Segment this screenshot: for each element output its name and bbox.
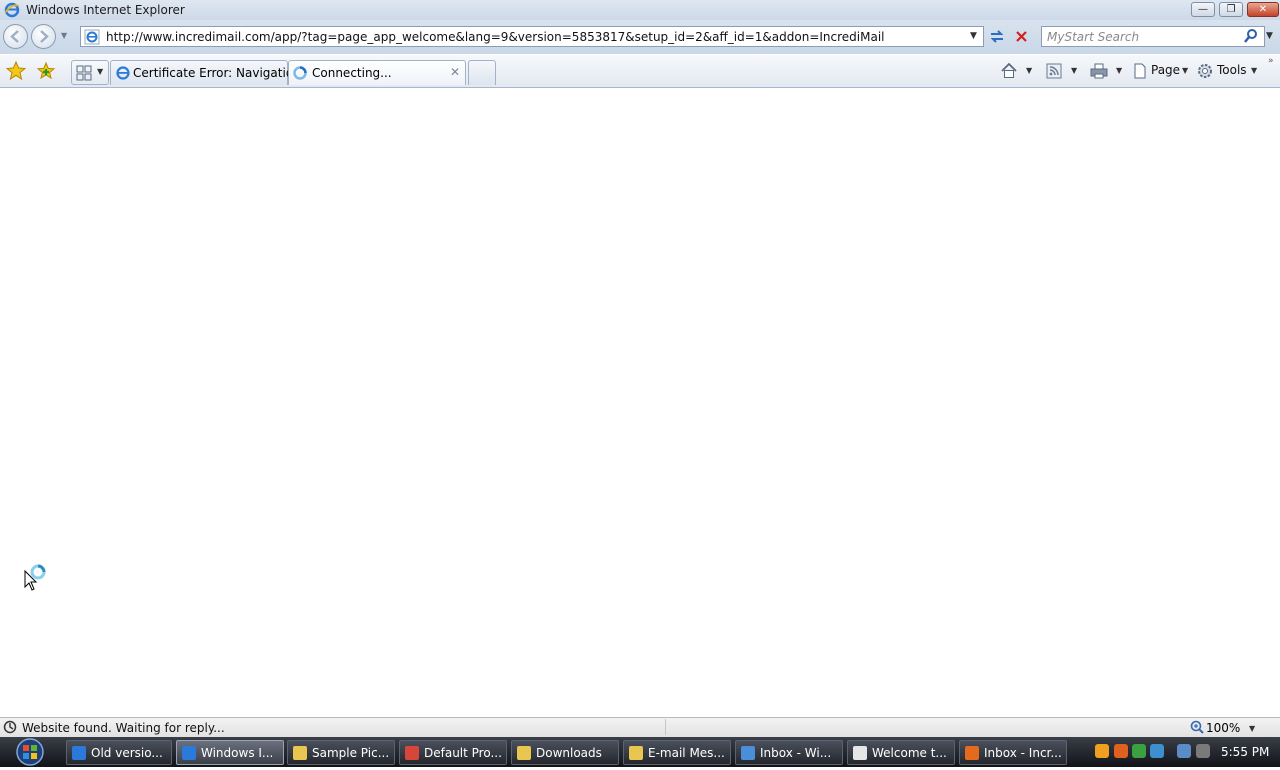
favorites-star-icon[interactable] <box>5 60 27 81</box>
feeds-dropdown[interactable]: ▼ <box>1071 66 1077 75</box>
forward-arrow-icon <box>40 30 49 43</box>
close-tab-icon[interactable]: ✕ <box>450 65 460 79</box>
recent-pages-dropdown[interactable]: ▼ <box>61 31 67 40</box>
tools-dropdown[interactable]: ▼ <box>1251 66 1257 75</box>
quick-tabs-icon <box>76 65 92 81</box>
taskbar-button-label: Old versio... <box>91 746 163 760</box>
back-arrow-icon <box>10 30 19 43</box>
minimize-button[interactable]: — <box>1191 2 1215 17</box>
search-input[interactable]: MyStart Search <box>1047 30 1139 44</box>
taskbar-button-label: E-mail Mes... <box>648 746 725 760</box>
tab-connecting[interactable]: Connecting... ✕ <box>288 60 466 85</box>
toolbar-overflow-chevron-icon[interactable]: » <box>1268 56 1274 66</box>
tab-certificate-error[interactable]: Certificate Error: Navigatio... <box>110 60 304 85</box>
window-title: Windows Internet Explorer <box>26 3 185 17</box>
close-button[interactable]: ✕ <box>1247 2 1279 17</box>
mail-icon <box>741 746 755 760</box>
taskbar-button[interactable]: Sample Pic... <box>287 740 395 765</box>
zoom-icon <box>1189 719 1205 735</box>
folder-icon <box>293 746 307 760</box>
ie-icon <box>182 746 196 760</box>
title-bar <box>0 0 1280 20</box>
address-input[interactable]: http://www.incredimail.com/app/?tag=page… <box>106 30 885 44</box>
taskbar-button[interactable]: E-mail Mes... <box>623 740 731 765</box>
loading-spinner-icon <box>293 66 307 80</box>
page-content[interactable] <box>0 88 1280 717</box>
tray-alert-icon[interactable] <box>1095 744 1109 758</box>
status-loading-icon <box>3 720 17 734</box>
zoom-dropdown[interactable]: ▼ <box>1249 724 1255 733</box>
print-icon[interactable] <box>1089 61 1109 81</box>
folder-icon <box>517 746 531 760</box>
quick-tabs-button[interactable]: ▼ <box>71 60 109 85</box>
taskbar-button[interactable]: Downloads <box>511 740 619 765</box>
taskbar-button-label: Sample Pic... <box>312 746 390 760</box>
new-tab-button[interactable] <box>468 60 496 85</box>
volume-muted-icon[interactable] <box>1196 744 1210 758</box>
status-divider <box>665 719 666 735</box>
gear-icon <box>1196 61 1214 81</box>
ie-logo-icon <box>4 2 20 18</box>
network-icon[interactable] <box>1177 744 1191 758</box>
tab-label: Connecting... <box>312 66 392 80</box>
home-icon[interactable] <box>999 61 1019 81</box>
feeds-icon[interactable] <box>1044 61 1064 81</box>
status-text: Website found. Waiting for reply... <box>22 721 225 735</box>
taskbar-button-label: Default Pro... <box>424 746 502 760</box>
page-ie-icon <box>84 29 100 45</box>
ie-tab-icon <box>116 66 130 80</box>
search-icon[interactable] <box>1243 28 1259 44</box>
incredimail-icon <box>965 746 979 760</box>
busy-cursor-icon <box>24 563 52 591</box>
add-favorites-icon[interactable] <box>36 61 56 81</box>
taskbar-button-label: Inbox - Wi... <box>760 746 832 760</box>
tray-security-icon[interactable] <box>1132 744 1146 758</box>
taskbar-button[interactable]: Welcome t... <box>847 740 955 765</box>
taskbar-button[interactable]: Inbox - Incr... <box>959 740 1067 765</box>
page-icon <box>1131 61 1149 81</box>
page-menu[interactable]: Page <box>1151 63 1180 77</box>
taskbar-button[interactable]: Windows I... <box>176 740 284 765</box>
tools-menu[interactable]: Tools <box>1217 63 1247 77</box>
maximize-button[interactable]: ❐ <box>1219 2 1243 17</box>
taskbar-button[interactable]: Inbox - Wi... <box>735 740 843 765</box>
forward-button[interactable] <box>31 24 56 49</box>
tray-app-icon[interactable] <box>1150 744 1164 758</box>
folder-icon <box>629 746 643 760</box>
clock[interactable]: 5:55 PM <box>1221 745 1269 759</box>
back-button[interactable] <box>3 24 28 49</box>
windows-orb-icon <box>16 738 44 766</box>
zoom-level[interactable]: 100% <box>1206 721 1240 735</box>
refresh-icon[interactable] <box>987 27 1007 46</box>
stop-icon[interactable] <box>1013 27 1031 46</box>
address-dropdown[interactable]: ▼ <box>970 31 977 41</box>
chrome-icon <box>405 746 419 760</box>
ie-icon <box>72 746 86 760</box>
home-dropdown[interactable]: ▼ <box>1026 66 1032 75</box>
taskbar-button-label: Inbox - Incr... <box>984 746 1062 760</box>
tab-label: Certificate Error: Navigatio... <box>133 66 305 80</box>
print-dropdown[interactable]: ▼ <box>1116 66 1122 75</box>
taskbar-button-label: Downloads <box>536 746 602 760</box>
start-button[interactable] <box>8 737 52 767</box>
tray-shield-icon[interactable] <box>1114 744 1128 758</box>
taskbar-button[interactable]: Old versio... <box>66 740 172 765</box>
tab-list-dropdown[interactable]: ▼ <box>97 67 103 76</box>
taskbar-button-label: Windows I... <box>201 746 274 760</box>
taskbar-button-label: Welcome t... <box>872 746 947 760</box>
page-dropdown[interactable]: ▼ <box>1182 66 1188 75</box>
search-options-dropdown[interactable]: ▼ <box>1266 31 1273 41</box>
envelope-icon <box>853 746 867 760</box>
taskbar-button[interactable]: Default Pro... <box>399 740 507 765</box>
